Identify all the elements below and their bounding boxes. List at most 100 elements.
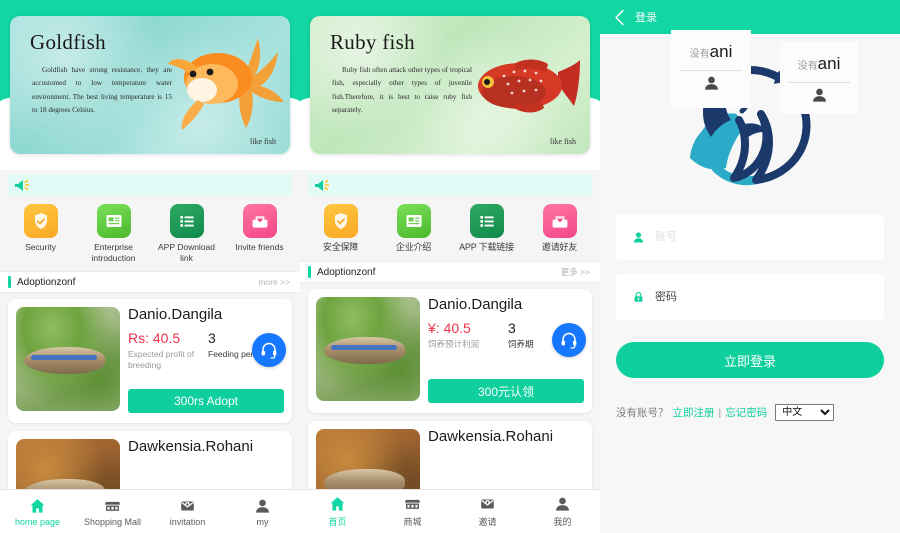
product-thumbnail [316,297,420,402]
bottom-tabbar-zh: 首页 商城 邀请 我的 [300,489,600,533]
username-input[interactable] [655,231,868,243]
fish-body-shape [24,346,106,374]
hero-title: Goldfish [30,30,106,54]
fish-stripe-shape [30,355,98,361]
username-field-row[interactable] [616,214,884,260]
goldfish-image [168,38,284,130]
tab-label: invitation [169,516,206,527]
product-card[interactable]: Danio.Dangila ¥: 40.5 饲养预计利润 3 饲养期 300元认… [308,289,592,414]
section-title: Adoptionzonf [17,276,76,288]
password-field-row[interactable] [616,274,884,320]
tab-invitation[interactable]: invitation [150,490,225,533]
tab-home[interactable]: 首页 [300,490,375,533]
quick-icon-label: Enterprise introduction [91,242,136,263]
lock-icon [634,291,643,302]
hero-body-text: Goldfish have strong resistance, they ar… [32,66,172,114]
tab-label: 商城 [403,517,422,527]
section-accent-bar [8,276,11,289]
metric-profit: ¥: 40.5 饲养预计利润 [428,320,504,350]
password-input[interactable] [655,291,868,303]
tab-label: 首页 [328,517,347,527]
login-page-title: 登录 [635,12,657,24]
headset-icon [561,333,577,349]
quick-icon-label: 安全保障 [322,242,359,252]
fish-stripe-shape [330,345,398,351]
section-title: Adoptionzonf [317,266,376,278]
chevron-left-icon[interactable] [614,9,625,26]
tab-label: 邀请 [478,517,497,527]
list-icon [169,204,204,238]
notice-bar-en[interactable] [8,174,292,196]
forgot-password-link[interactable]: 忘记密码 [725,405,767,420]
tab-shopping-mall[interactable]: Shopping Mall [75,490,150,533]
quick-icon-invite[interactable]: 邀请好友 [523,204,596,253]
megaphone-icon [15,179,30,191]
product-name: Danio.Dangila [128,306,223,324]
tab-label: my [256,516,269,527]
app-logo-container [600,34,900,214]
quick-icon-app-download[interactable]: APP Download link [150,204,223,263]
person-icon [556,497,569,511]
tab-label: Shopping Mall [83,516,142,527]
tab-label: home page [14,516,61,527]
section-header-left: Adoptionzonf [308,266,376,279]
login-links-row: 没有账号？ 立即注册 | 忘记密码 中文 English [600,404,900,421]
quick-icon-app-download[interactable]: APP 下载链接 [450,204,523,253]
id-card-icon [96,204,131,238]
product-card[interactable]: Danio.Dangila Rs: 40.5 Expected profit o… [8,299,292,424]
quick-icon-security[interactable]: 安全保障 [304,204,377,253]
product-name: Danio.Dangila [428,296,523,314]
headset-icon [261,343,277,359]
register-link[interactable]: 立即注册 [673,405,715,420]
product-name: Dawkensia.Rohani [128,438,254,456]
home-icon [330,497,345,511]
product-name: Dawkensia.Rohani [428,428,554,446]
login-submit-button[interactable]: 立即登录 [616,342,884,378]
section-more-link[interactable]: 更多 >> [561,266,590,278]
quick-icon-invite[interactable]: Invite friends [223,204,296,263]
quick-icon-label: Invite friends [235,242,284,252]
hero-section-zh: Ruby fish Ruby fish often attack other t… [300,0,600,170]
quick-icon-label: 企业介绍 [395,242,432,252]
customer-support-button[interactable] [252,333,286,368]
rubyfish-image [478,59,580,113]
shield-check-icon [323,204,358,238]
metric-label: 饲养预计利润 [428,339,480,350]
app-pane-english: Goldfish Goldfish have strong resistance… [0,0,300,533]
section-header-adoption-en: Adoptionzonf more >> [0,271,300,294]
quick-icon-label: APP Download link [157,242,216,263]
fish-body-shape [324,336,406,364]
metric-label: Expected profit of breeding [128,349,195,371]
login-header: 登录 [600,0,900,34]
customer-support-button[interactable] [552,323,586,358]
notice-bar-zh[interactable] [308,174,592,196]
tab-invitation[interactable]: 邀请 [450,490,525,533]
quick-icon-enterprise[interactable]: Enterprise introduction [77,204,150,263]
link-separator: | [718,406,722,419]
metric-value: Rs: 40.5 [128,329,181,346]
quick-icon-enterprise[interactable]: 企业介绍 [377,204,450,253]
bottom-tabbar-en: home page Shopping Mall invitation my [0,489,300,533]
adopt-button[interactable]: 300元认领 [428,379,584,404]
shop-icon [404,499,421,509]
hero-card-rubyfish[interactable]: Ruby fish Ruby fish often attack other t… [310,16,590,154]
tab-my[interactable]: my [225,490,300,533]
hero-body-text: Ruby fish often attack other types of tr… [332,66,472,114]
language-select[interactable]: 中文 English [775,404,835,421]
section-more-link[interactable]: more >> [258,277,290,287]
tab-shopping-mall[interactable]: 商城 [375,490,450,533]
hero-section-en: Goldfish Goldfish have strong resistance… [0,0,300,170]
hero-card-goldfish[interactable]: Goldfish Goldfish have strong resistance… [10,16,290,154]
adopt-button[interactable]: 300rs Adopt [128,389,284,414]
quick-icon-label: APP 下载链接 [459,242,514,252]
screenshot-root: Goldfish Goldfish have strong resistance… [0,0,900,533]
section-header-left: Adoptionzonf [8,276,76,289]
tab-home[interactable]: home page [0,490,75,533]
invite-heart-icon [242,204,277,238]
app-preview-area: Goldfish Goldfish have strong resistance… [0,0,600,533]
quick-icon-grid-zh: 安全保障 企业介绍 APP 下载链接 邀请好友 [300,196,600,255]
quick-icon-security[interactable]: Security [4,204,77,263]
section-accent-bar [308,266,311,279]
tab-my[interactable]: 我的 [525,490,600,533]
shop-icon [104,501,121,511]
